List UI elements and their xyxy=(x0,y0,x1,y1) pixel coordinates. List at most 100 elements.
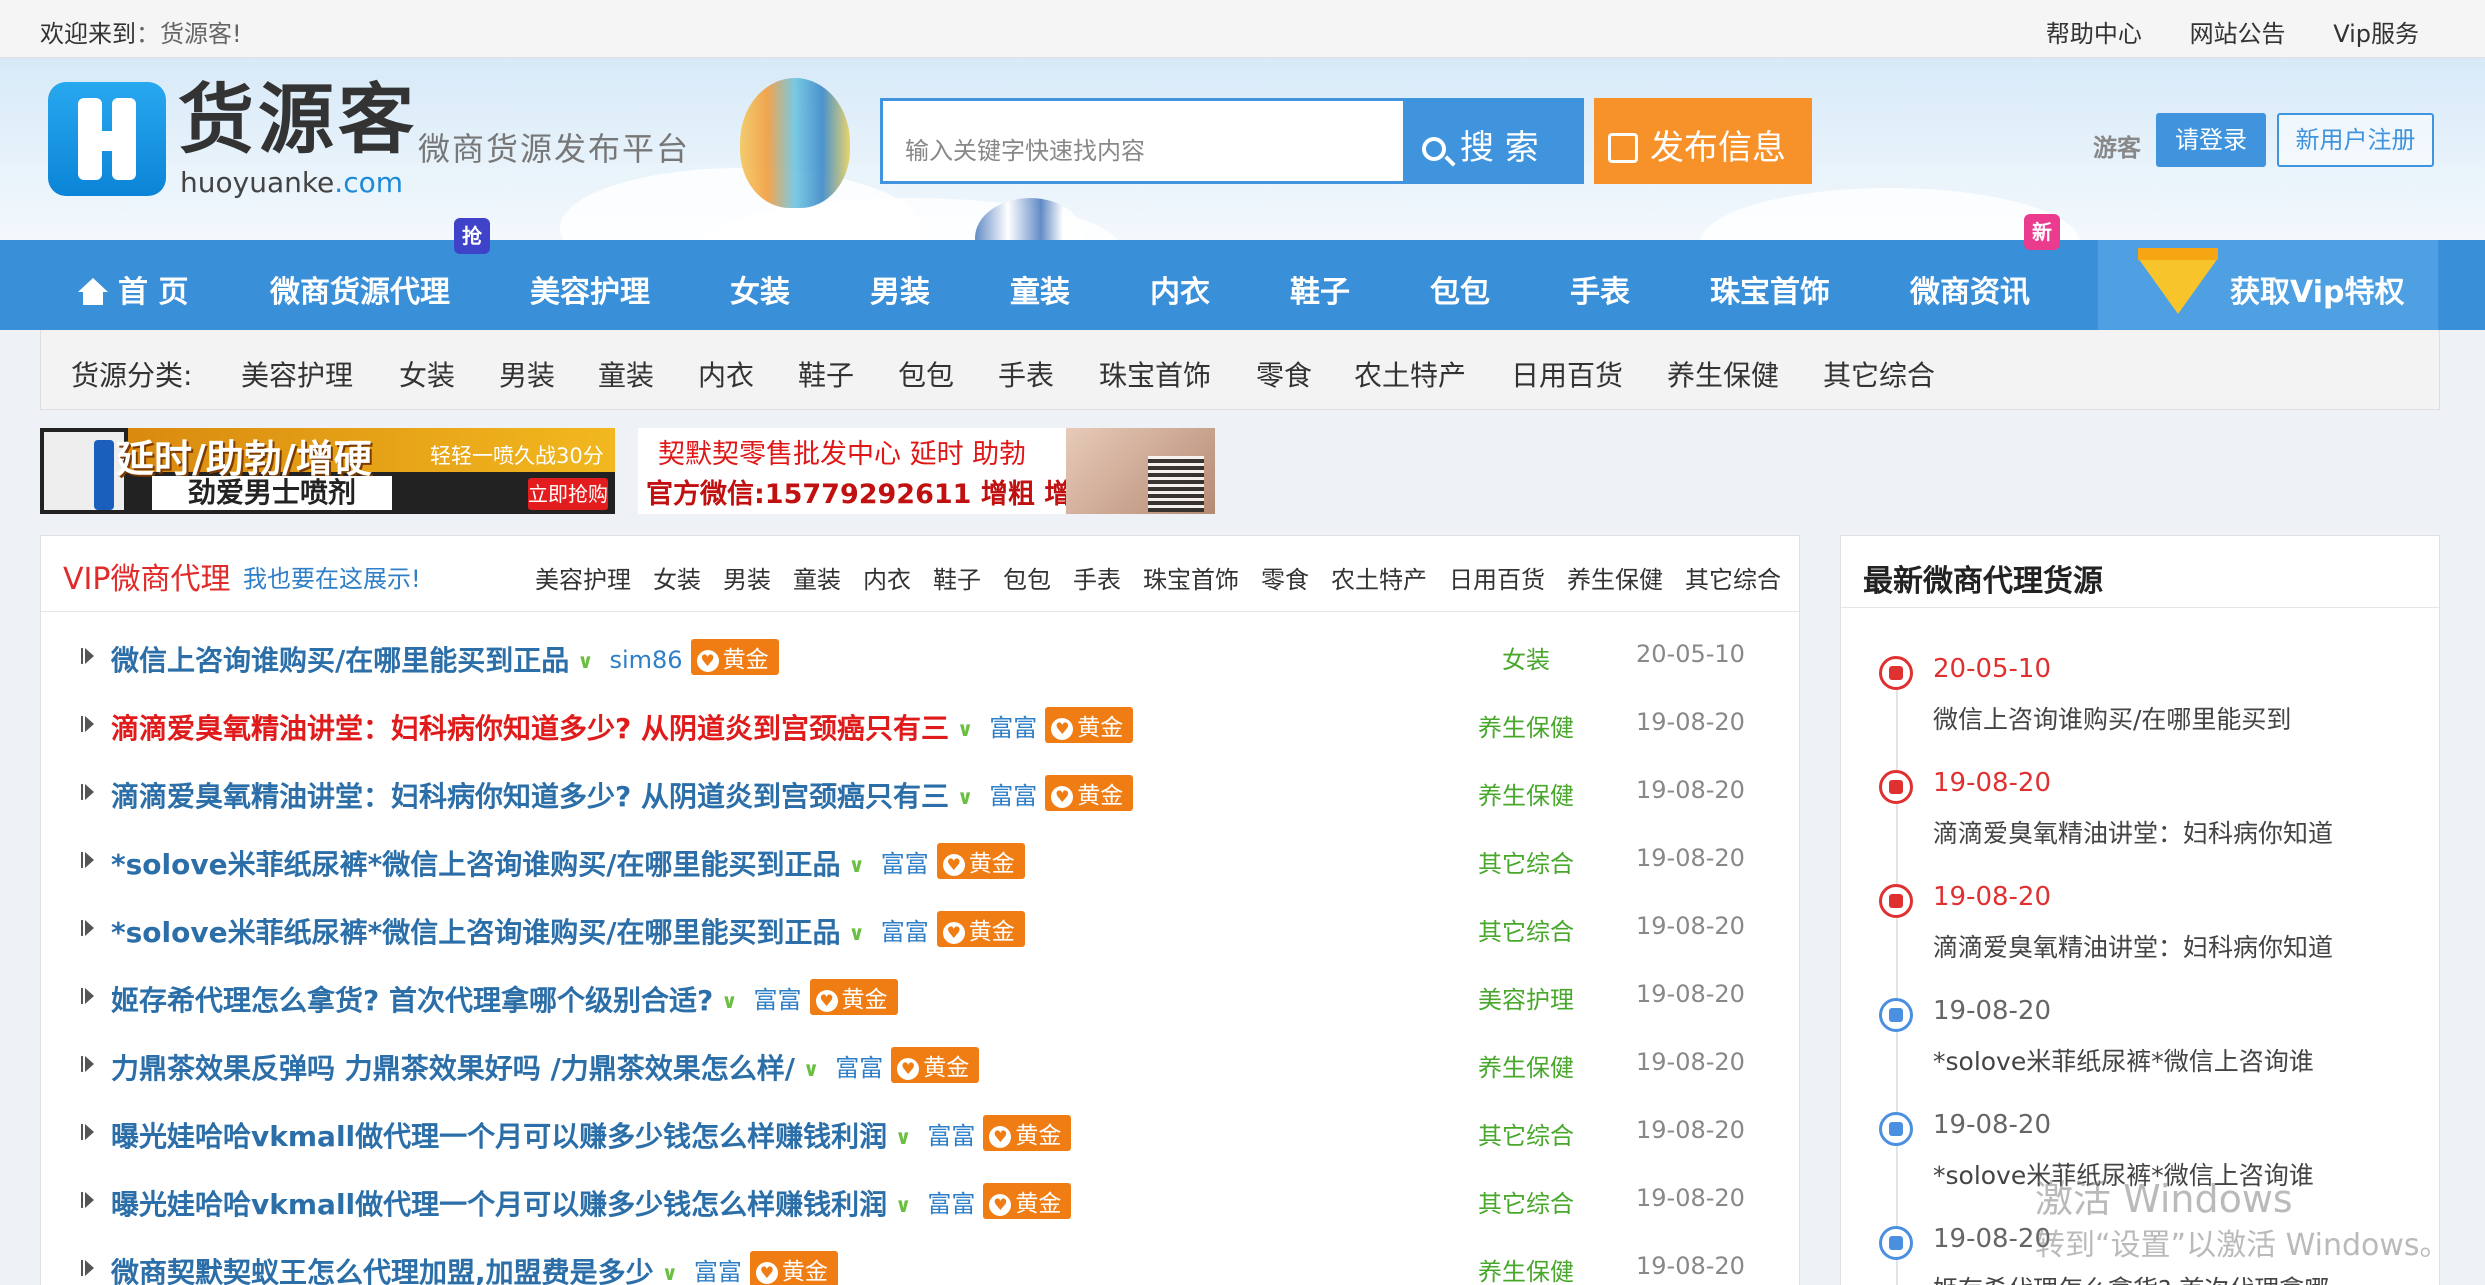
listing-title-link[interactable]: *solove米菲纸尿裤*微信上咨询谁购买/在哪里能买到正品 ∨ 富富 ♥ 黄金 xyxy=(111,843,1025,883)
listing-title-link[interactable]: 姬存希代理怎么拿货? 首次代理拿哪个级别合适? ∨ 富富 ♥ 黄金 xyxy=(111,979,898,1019)
panel-category-link[interactable]: 手表 xyxy=(1073,566,1121,594)
nav-item-bags[interactable]: 包包 xyxy=(1430,267,1490,311)
panel-category-link[interactable]: 男装 xyxy=(723,566,771,594)
listing-user-link[interactable]: 富富 xyxy=(927,1184,975,1219)
category-link[interactable]: 珠宝首饰 xyxy=(1099,354,1211,394)
nav-item-news[interactable]: 微商资讯 xyxy=(1910,267,2030,311)
panel-category-link[interactable]: 鞋子 xyxy=(933,566,981,594)
nav-item-beauty[interactable]: 美容护理 xyxy=(530,267,650,311)
vip-privilege-button[interactable]: 获取Vip特权 xyxy=(2098,240,2438,330)
gold-label: 黄金 xyxy=(1015,1191,1062,1217)
listing-user-link[interactable]: 富富 xyxy=(881,912,929,947)
panel-category-link[interactable]: 日用百货 xyxy=(1449,566,1545,594)
panel-category-link[interactable]: 农土特产 xyxy=(1331,566,1427,594)
help-center-link[interactable]: 帮助中心 xyxy=(2046,20,2142,48)
listing-user-link[interactable]: sim86 xyxy=(609,646,682,674)
category-link[interactable]: 零食 xyxy=(1256,354,1312,394)
panel-category-link[interactable]: 其它综合 xyxy=(1685,566,1781,594)
ad1-buy-button[interactable]: 立即抢购 xyxy=(528,478,608,510)
listing-user-link[interactable]: 富富 xyxy=(989,776,1037,811)
timeline-link[interactable]: 滴滴爱臭氧精油讲堂：妇科病你知道 xyxy=(1933,928,2333,964)
timeline-item[interactable]: 19-08-20 *solove米菲纸尿裤*微信上咨询谁 xyxy=(1841,986,2439,1100)
listing-title-link[interactable]: 曝光娃哈哈vkmall做代理一个月可以赚多少钱怎么样赚钱利润 ∨ 富富 ♥ 黄金 xyxy=(111,1115,1072,1155)
vip-service-link[interactable]: Vip服务 xyxy=(2333,20,2419,48)
listing-category-link[interactable]: 其它综合 xyxy=(1436,844,1616,879)
listing-category-link[interactable]: 养生保健 xyxy=(1436,708,1616,743)
listing-category-link[interactable]: 养生保健 xyxy=(1436,776,1616,811)
banner-ad-wholesale[interactable]: 契默契零售批发中心 延时 助勃 官方微信:15779292611 增粗 增大 xyxy=(638,428,1215,514)
category-link[interactable]: 日用百货 xyxy=(1511,354,1623,394)
nav-item-kids[interactable]: 童装 xyxy=(1010,267,1070,311)
listing-title-link[interactable]: 曝光娃哈哈vkmall做代理一个月可以赚多少钱怎么样赚钱利润 ∨ 富富 ♥ 黄金 xyxy=(111,1183,1072,1223)
nav-item-watches[interactable]: 手表 xyxy=(1570,267,1630,311)
row-arrow-icon xyxy=(81,648,94,664)
listing-user-link[interactable]: 富富 xyxy=(881,844,929,879)
nav-item-underwear[interactable]: 内衣 xyxy=(1150,267,1210,311)
heart-icon: ♥ xyxy=(1051,786,1074,808)
publish-button[interactable]: 发布信息 xyxy=(1594,98,1812,184)
listing-category-link[interactable]: 养生保健 xyxy=(1436,1252,1616,1285)
logo-icon[interactable] xyxy=(48,82,166,196)
listing-title-link[interactable]: 微商契默契蚁王怎么代理加盟,加盟费是多少 ∨ 富富 ♥ 黄金 xyxy=(111,1251,838,1285)
category-link[interactable]: 养生保健 xyxy=(1667,354,1779,394)
timeline-link[interactable]: 姬存希代理怎么拿货? 首次代理拿哪 xyxy=(1933,1270,2329,1285)
listing-user-link[interactable]: 富富 xyxy=(989,708,1037,743)
listing-category-link[interactable]: 美容护理 xyxy=(1436,980,1616,1015)
category-link[interactable]: 手表 xyxy=(998,354,1054,394)
panel-category-link[interactable]: 珠宝首饰 xyxy=(1143,566,1239,594)
category-link[interactable]: 童装 xyxy=(598,354,654,394)
listing-title-link[interactable]: 力鼎茶效果反弹吗 力鼎茶效果好吗 /力鼎茶效果怎么样/∨ 富富 ♥ 黄金 xyxy=(111,1047,980,1087)
category-link[interactable]: 内衣 xyxy=(698,354,754,394)
register-button[interactable]: 新用户注册 xyxy=(2277,113,2434,167)
site-notice-link[interactable]: 网站公告 xyxy=(2190,20,2286,48)
category-link[interactable]: 其它综合 xyxy=(1823,354,1935,394)
nav-item-agency[interactable]: 微商货源代理 xyxy=(270,267,450,311)
nav-item-women[interactable]: 女装 xyxy=(730,267,790,311)
listing-title-link[interactable]: *solove米菲纸尿裤*微信上咨询谁购买/在哪里能买到正品 ∨ 富富 ♥ 黄金 xyxy=(111,911,1025,951)
category-link[interactable]: 男装 xyxy=(499,354,555,394)
timeline-link[interactable]: *solove米菲纸尿裤*微信上咨询谁 xyxy=(1933,1042,2314,1078)
banner-ad-spray[interactable]: 延时/助勃/增硬 轻轻一喷久战30分 劲爱男士喷剂 立即抢购 xyxy=(40,428,615,514)
category-link[interactable]: 女装 xyxy=(399,354,455,394)
listing-user-link[interactable]: 富富 xyxy=(754,980,802,1015)
listing-user-link[interactable]: 富富 xyxy=(927,1116,975,1151)
logo-name[interactable]: 货源客 xyxy=(178,82,418,158)
panel-category-link[interactable]: 童装 xyxy=(793,566,841,594)
category-link[interactable]: 美容护理 xyxy=(241,354,353,394)
category-link[interactable]: 农土特产 xyxy=(1354,354,1466,394)
nav-item-men[interactable]: 男装 xyxy=(870,267,930,311)
category-link[interactable]: 鞋子 xyxy=(798,354,854,394)
timeline-item[interactable]: 19-08-20 滴滴爱臭氧精油讲堂：妇科病你知道 xyxy=(1841,872,2439,986)
search-button[interactable]: 搜 索 xyxy=(1404,98,1584,184)
listing-user-link[interactable]: 富富 xyxy=(835,1048,883,1083)
timeline-item[interactable]: 20-05-10 微信上咨询谁购买/在哪里能买到 xyxy=(1841,644,2439,758)
timeline-dot-icon xyxy=(1879,656,1913,690)
search-input[interactable]: 输入关键字快速找内容 xyxy=(880,98,1406,184)
panel-category-link[interactable]: 养生保健 xyxy=(1567,566,1663,594)
listing-user-link[interactable]: 富富 xyxy=(694,1252,742,1285)
timeline-link[interactable]: 滴滴爱臭氧精油讲堂：妇科病你知道 xyxy=(1933,814,2333,850)
nav-item-home[interactable]: 首 页 xyxy=(78,267,188,311)
panel-category-link[interactable]: 内衣 xyxy=(863,566,911,594)
timeline-link[interactable]: 微信上咨询谁购买/在哪里能买到 xyxy=(1933,700,2291,736)
listing-title-link[interactable]: 滴滴爱臭氧精油讲堂：妇科病你知道多少? 从阴道炎到宫颈癌只有三 ∨ 富富 ♥ 黄金 xyxy=(111,775,1134,815)
listing-title-link[interactable]: 滴滴爱臭氧精油讲堂：妇科病你知道多少? 从阴道炎到宫颈癌只有三 ∨ 富富 ♥ 黄金 xyxy=(111,707,1134,747)
nav-item-shoes[interactable]: 鞋子 xyxy=(1290,267,1350,311)
panel-category-link[interactable]: 零食 xyxy=(1261,566,1309,594)
listing-category-link[interactable]: 其它综合 xyxy=(1436,1116,1616,1151)
listing-category-link[interactable]: 其它综合 xyxy=(1436,912,1616,947)
timeline-item[interactable]: 19-08-20 滴滴爱臭氧精油讲堂：妇科病你知道 xyxy=(1841,758,2439,872)
listing-category-link[interactable]: 女装 xyxy=(1436,640,1616,675)
panel-category-link[interactable]: 美容护理 xyxy=(535,566,631,594)
panel-category-link[interactable]: 女装 xyxy=(653,566,701,594)
category-link[interactable]: 包包 xyxy=(898,354,954,394)
listing-title-link[interactable]: 微信上咨询谁购买/在哪里能买到正品 ∨ sim86 ♥ 黄金 xyxy=(111,639,779,679)
timeline-date: 19-08-20 xyxy=(1933,882,2052,912)
login-button[interactable]: 请登录 xyxy=(2156,113,2266,167)
listing-title: 微商契默契蚁王怎么代理加盟,加盟费是多少 xyxy=(111,1256,654,1285)
show-here-link[interactable]: 我也要在这展示! xyxy=(243,559,421,594)
panel-category-link[interactable]: 包包 xyxy=(1003,566,1051,594)
nav-item-jewelry[interactable]: 珠宝首饰 xyxy=(1710,267,1830,311)
listing-category-link[interactable]: 其它综合 xyxy=(1436,1184,1616,1219)
listing-category-link[interactable]: 养生保健 xyxy=(1436,1048,1616,1083)
